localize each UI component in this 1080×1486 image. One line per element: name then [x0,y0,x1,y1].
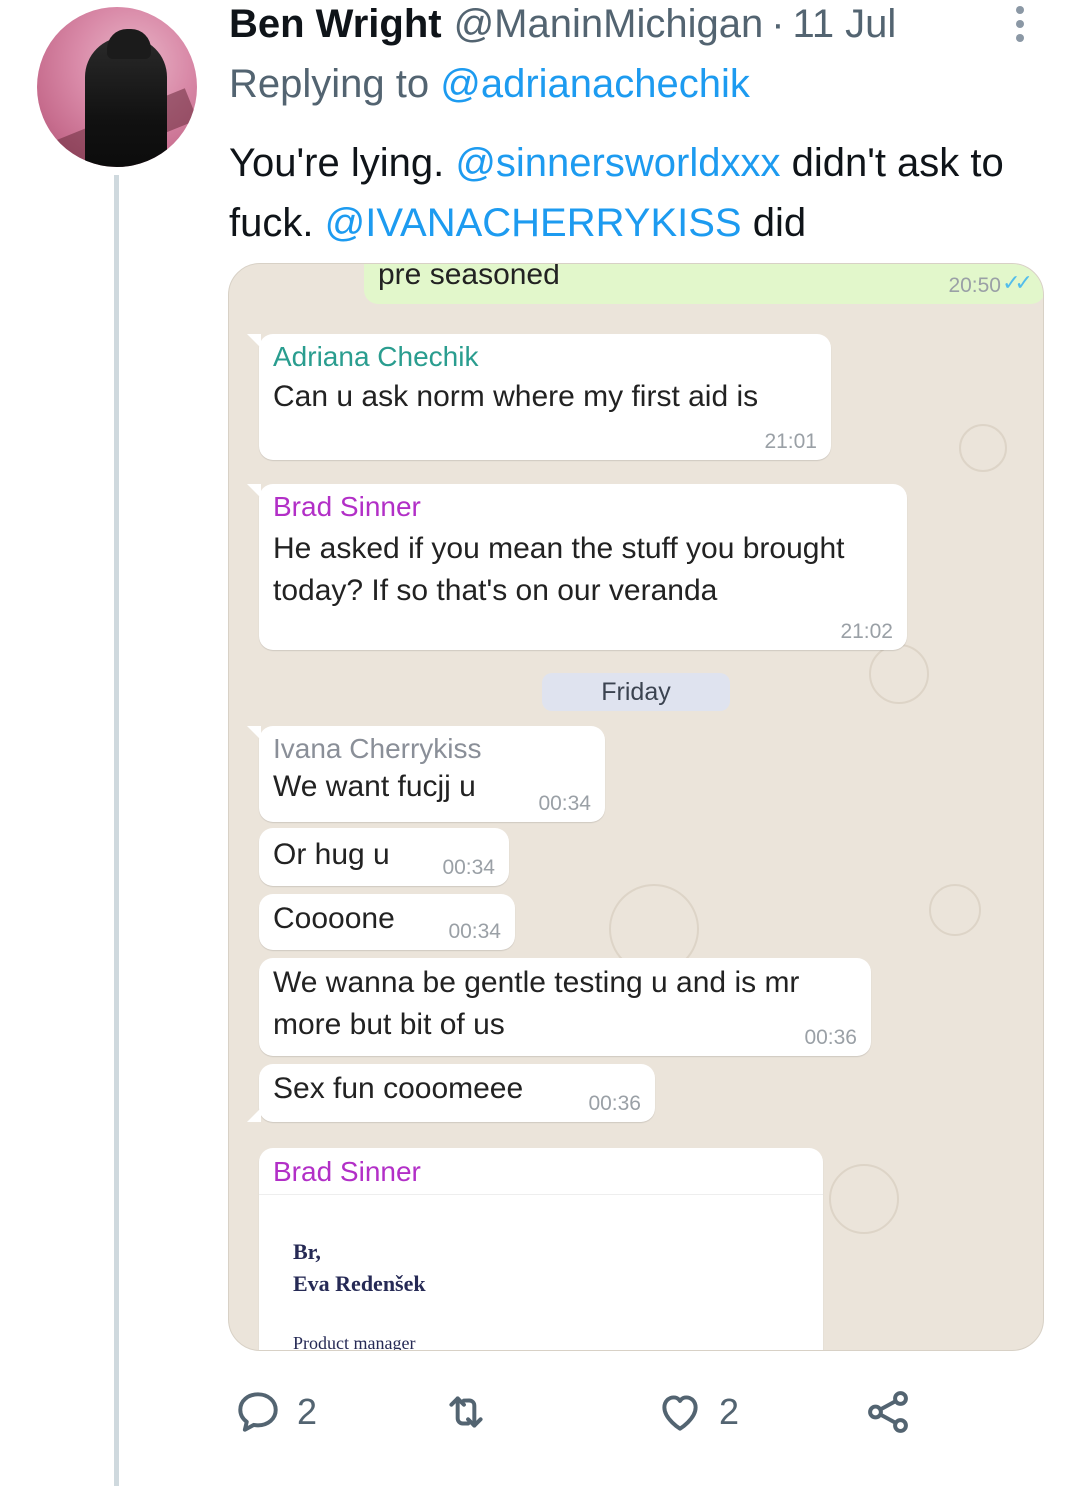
mention-link[interactable]: @IVANACHERRYKISS [325,201,742,245]
like-count: 2 [719,1391,740,1432]
reply-button[interactable]: 2 [233,1380,317,1444]
message-sender: Brad Sinner [273,491,421,522]
outgoing-message: pre seasoned 20:50 ✓✓ [364,263,1043,304]
chat-message: Ivana Cherrykiss We want fucjj u 00:34 [247,726,605,822]
day-separator: Friday [542,673,730,711]
tweet-text: You're lying. @sinnersworldxxx didn't as… [229,133,1029,253]
document-message: Brad Sinner Br, Eva Redenšek Product man… [259,1148,823,1351]
message-text: Can u ask norm where my first aid is [273,380,759,413]
chat-message: We wanna be gentle testing u and is mr m… [259,958,871,1056]
share-button[interactable] [863,1380,913,1444]
tweet-text-part: did [741,201,807,245]
tweet-header: Ben Wright @ManinMichigan · 11 Jul [229,2,896,48]
more-icon[interactable] [1012,6,1028,42]
retweet-icon [449,1396,483,1428]
tweet-date[interactable]: 11 Jul [793,2,897,47]
message-time: 00:34 [538,792,591,815]
reply-count: 2 [297,1391,318,1432]
author-name[interactable]: Ben Wright [229,2,442,47]
chat-message: Or hug u 00:34 [259,828,509,886]
message-time: 21:02 [840,620,893,643]
share-icon [868,1391,908,1433]
chat-message: Adriana Chechik Can u ask norm where my … [247,334,831,460]
message-text: We wanna be gentle testing u and is mr m… [273,966,800,1041]
message-text: pre seasoned [378,263,560,291]
message-sender: Adriana Chechik [273,341,479,372]
message-time: 00:34 [448,920,501,943]
message-sender: Ivana Cherrykiss [273,733,482,764]
message-time: 21:01 [764,430,817,453]
chat-message: Coooone 00:34 [259,894,515,950]
message-time: 00:34 [442,856,495,879]
replying-to: Replying to @adrianachechik [229,62,750,107]
like-button[interactable]: 2 [655,1380,739,1444]
tweet-actions: 2 2 [229,1380,1029,1444]
mention-link[interactable]: @sinnersworldxxx [455,141,780,185]
message-text: Or hug u [273,838,390,871]
message-time: 20:50 [948,274,1001,297]
author-handle[interactable]: @ManinMichigan [454,2,764,47]
thread-line [114,175,119,1486]
message-text: Coooone [273,902,395,935]
replying-to-mention[interactable]: @adrianachechik [440,62,750,106]
replying-prefix: Replying to [229,62,430,106]
tweet-text-part: You're lying. [229,141,456,185]
message-text: He asked if you mean the stuff you broug… [273,532,845,607]
message-text: We want fucjj u [273,770,476,803]
screenshot-image[interactable]: pre seasoned 20:50 ✓✓ Adriana Chechik Ca… [228,263,1044,1351]
document-text: Eva Redenšek [293,1271,426,1296]
retweet-button[interactable] [441,1380,505,1444]
document-text: Br, [293,1239,321,1264]
separator-dot: · [771,2,785,46]
document-text: Product manager [293,1333,416,1351]
message-sender: Brad Sinner [273,1156,421,1187]
chat-message: Brad Sinner He asked if you mean the stu… [247,484,907,650]
message-text: Sex fun cooomeee [273,1072,524,1105]
double-check-icon: ✓✓ [1002,270,1033,295]
message-time: 00:36 [588,1092,641,1115]
reply-icon [238,1392,278,1432]
message-time: 00:36 [804,1026,857,1049]
avatar[interactable] [37,7,197,167]
document-preview: Br, Eva Redenšek Product manager [259,1194,823,1351]
chat-message: Sex fun cooomeee 00:36 [247,1064,655,1122]
like-icon [662,1395,698,1431]
